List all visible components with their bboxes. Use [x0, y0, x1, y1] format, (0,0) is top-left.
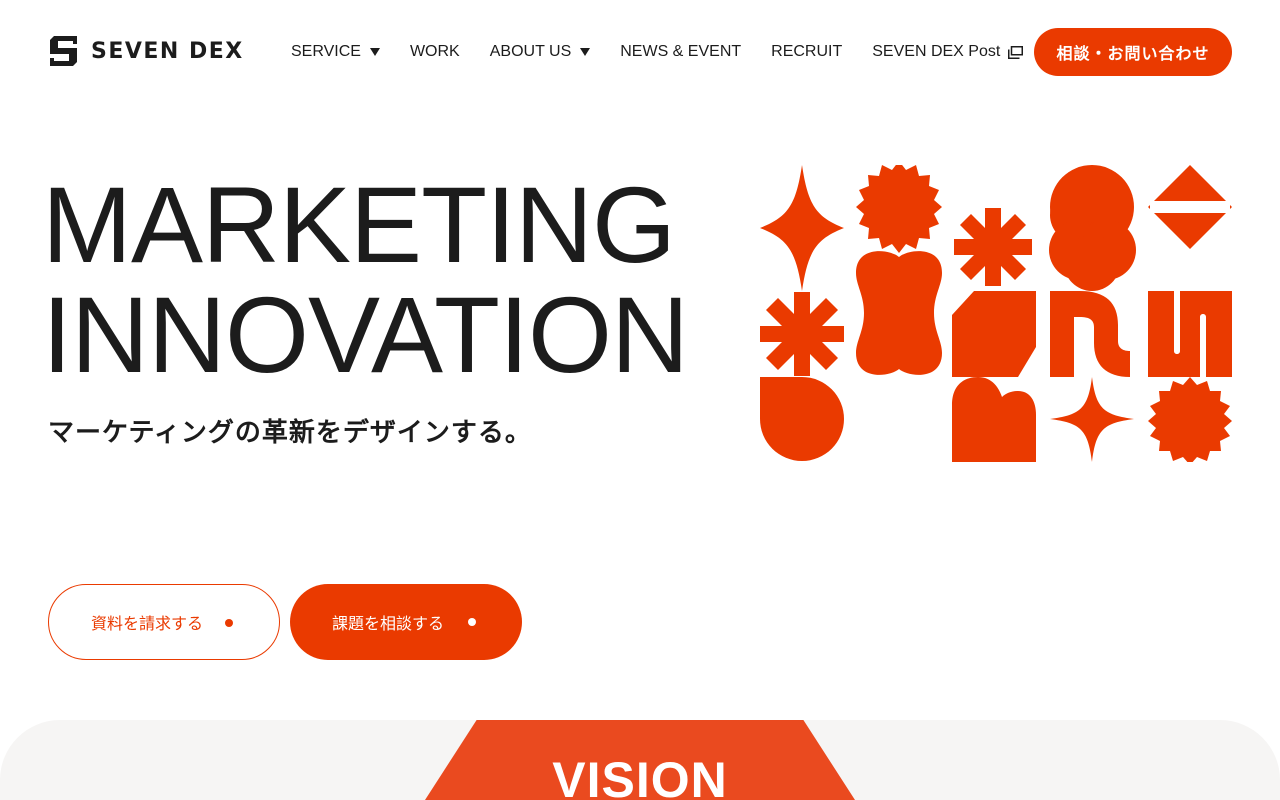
- logo-link[interactable]: SEVEN DEX: [50, 36, 244, 66]
- nav-item-label: ABOUT US: [489, 43, 572, 60]
- contact-button[interactable]: 相談・お問い合わせ: [1034, 28, 1232, 76]
- nav-item-seven-dex-post[interactable]: SEVEN DEX Post: [872, 43, 1024, 61]
- hero-title-line: MARKETING: [42, 164, 676, 285]
- nav-item-service[interactable]: SERVICE: [291, 43, 380, 61]
- vision-section: VISION: [0, 720, 1280, 800]
- brand-name: SEVEN DEX: [91, 38, 244, 64]
- nav-item-recruit[interactable]: RECRUIT: [771, 43, 842, 61]
- main-nav: SERVICE WORK ABOUT US NEWS & EVENT RECRU…: [291, 40, 1024, 64]
- abstract-shapes-grid-icon: [760, 165, 1232, 462]
- external-link-icon: [1008, 45, 1024, 59]
- nav-item-work[interactable]: WORK: [410, 43, 460, 61]
- hero-title-line: INNOVATION: [42, 274, 689, 395]
- nav-item-about-us[interactable]: ABOUT US: [490, 43, 591, 61]
- caret-down-icon: [580, 48, 591, 56]
- nav-item-label: NEWS & EVENT: [620, 43, 742, 60]
- nav-item-label: SERVICE: [291, 43, 361, 60]
- button-label: 資料を請求する: [91, 614, 204, 633]
- nav-item-label: WORK: [409, 43, 460, 60]
- vision-title: VISION: [552, 752, 728, 800]
- caret-down-icon: [369, 48, 380, 56]
- consult-issue-button[interactable]: 課題を相談する: [290, 584, 522, 660]
- dot-icon: [225, 619, 233, 627]
- request-documents-button[interactable]: 資料を請求する: [48, 584, 280, 660]
- hero-title: MARKETING INNOVATION: [42, 164, 689, 395]
- dot-icon: [468, 618, 476, 626]
- hero-subtitle: マーケティングの革新をデザインする。: [48, 418, 532, 448]
- site-header: SEVEN DEX SERVICE WORK ABOUT US NEWS & E…: [0, 0, 1280, 104]
- nav-item-label: RECRUIT: [771, 43, 843, 60]
- nav-item-label: SEVEN DEX Post: [872, 43, 1001, 60]
- button-label: 課題を相談する: [332, 614, 445, 633]
- seven-dex-logo-icon: [50, 36, 77, 66]
- nav-item-news-event[interactable]: NEWS & EVENT: [620, 43, 741, 61]
